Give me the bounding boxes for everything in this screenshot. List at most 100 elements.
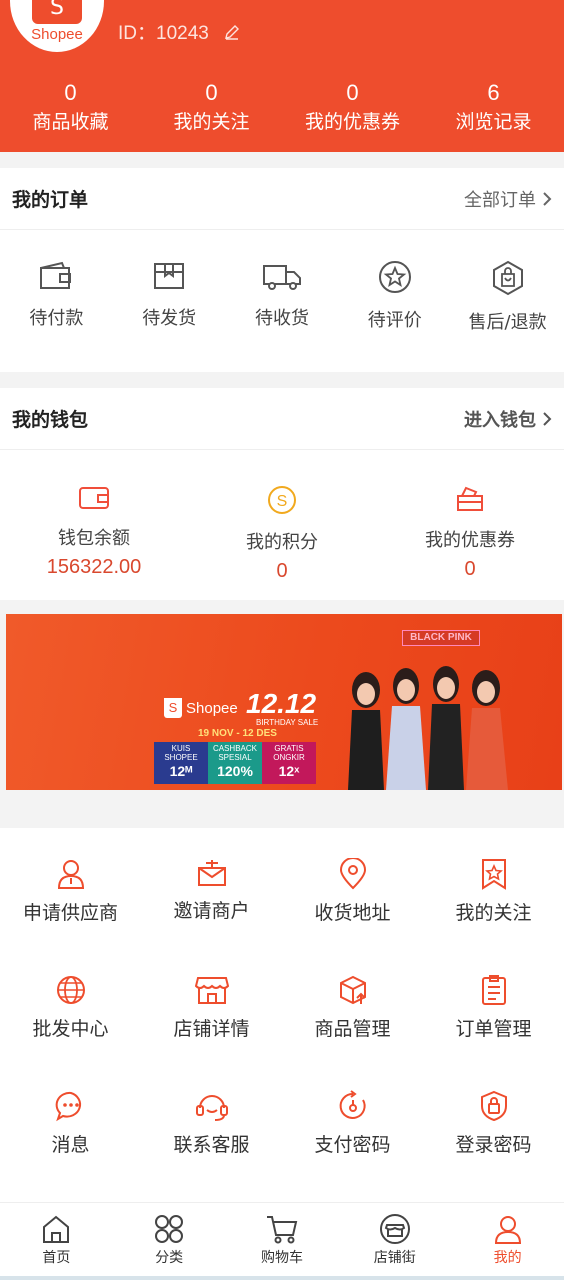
banner-logo: S Shopee bbox=[164, 698, 238, 718]
wallet-item-label: 钱包余额 bbox=[58, 528, 130, 549]
orders-card: 我的订单 全部订单 待付款 待发货 待收货 待评价 售后/退款 bbox=[0, 168, 564, 372]
services-row: 消息 联系客服 支付密码 登录密码 bbox=[0, 1090, 564, 1206]
order-pending-payment[interactable]: 待付款 bbox=[0, 260, 113, 370]
store-icon bbox=[194, 977, 229, 1004]
invite-merchant[interactable]: 邀请商户 bbox=[141, 858, 282, 974]
service-label: 消息 bbox=[51, 1134, 90, 1156]
service-label: 我的关注 bbox=[455, 902, 532, 924]
service-label: 订单管理 bbox=[455, 1018, 532, 1040]
stat-coupons[interactable]: 0 我的优惠券 bbox=[282, 80, 423, 136]
all-orders-link[interactable]: 全部订单 bbox=[464, 186, 552, 212]
box-upload-icon bbox=[339, 975, 366, 1005]
banner-models-image bbox=[348, 666, 508, 790]
payment-password[interactable]: 支付密码 bbox=[282, 1090, 423, 1206]
bottom-strip bbox=[0, 1276, 564, 1280]
apply-supplier[interactable]: 申请供应商 bbox=[0, 858, 141, 974]
service-label: 申请供应商 bbox=[22, 902, 118, 924]
wallet-card: 我的钱包 进入钱包 钱包余额 156322.00 S 我的积分 0 我的优惠券 … bbox=[0, 388, 564, 600]
chevron-right-icon bbox=[543, 191, 552, 206]
refund-bag-icon bbox=[492, 260, 523, 296]
profile-header: S Shopee ID：10243 0 商品收藏 0 我的关注 0 我的优惠券 … bbox=[0, 0, 564, 152]
avatar-brand: Shopee bbox=[31, 26, 83, 43]
service-label: 联系客服 bbox=[173, 1134, 250, 1156]
enter-wallet-label: 进入钱包 bbox=[464, 409, 536, 431]
service-label: 收货地址 bbox=[314, 902, 391, 924]
product-management[interactable]: 商品管理 bbox=[282, 974, 423, 1090]
invite-mail-icon bbox=[197, 860, 226, 886]
wallet-row: 钱包余额 156322.00 S 我的积分 0 我的优惠券 0 bbox=[0, 450, 564, 600]
wallet-icon bbox=[40, 261, 72, 289]
user-id: ID：10243 bbox=[118, 18, 241, 45]
stat-favorites[interactable]: 0 商品收藏 bbox=[0, 80, 141, 136]
coin-icon: S bbox=[268, 486, 296, 514]
tab-category[interactable]: 分类 bbox=[113, 1203, 226, 1276]
messages[interactable]: 消息 bbox=[0, 1090, 141, 1206]
order-status-row: 待付款 待发货 待收货 待评价 售后/退款 bbox=[0, 230, 564, 370]
star-circle-icon bbox=[378, 261, 411, 293]
tab-home[interactable]: 首页 bbox=[0, 1203, 113, 1276]
order-status-label: 待评价 bbox=[367, 310, 422, 331]
stat-following[interactable]: 0 我的关注 bbox=[141, 80, 282, 136]
wallet-title: 我的钱包 bbox=[12, 409, 89, 431]
promo-banner[interactable]: BLACK PINK S Shopee 12.12 BIRTHDAY SALE … bbox=[6, 614, 562, 790]
edit-icon[interactable] bbox=[223, 23, 241, 41]
service-label: 登录密码 bbox=[455, 1134, 532, 1156]
location-pin-icon bbox=[339, 858, 366, 890]
stat-label: 我的优惠券 bbox=[304, 111, 400, 133]
truck-icon bbox=[262, 265, 301, 290]
wallet-balance[interactable]: 钱包余额 156322.00 bbox=[0, 484, 188, 600]
banner-headline: 12.12 bbox=[246, 688, 317, 719]
stat-count: 0 bbox=[64, 80, 77, 105]
stat-count: 0 bbox=[205, 80, 218, 105]
shipping-address[interactable]: 收货地址 bbox=[282, 858, 423, 974]
package-icon bbox=[154, 263, 185, 289]
enter-wallet-link[interactable]: 进入钱包 bbox=[464, 406, 552, 432]
cart-icon bbox=[266, 1216, 298, 1244]
shop-details[interactable]: 店铺详情 bbox=[141, 974, 282, 1090]
stats-bar: 0 商品收藏 0 我的关注 0 我的优惠券 6 浏览记录 bbox=[0, 80, 564, 136]
tab-label: 我的 bbox=[493, 1250, 522, 1266]
banner-sub: BIRTHDAY SALE bbox=[256, 718, 319, 727]
my-following[interactable]: 我的关注 bbox=[423, 858, 564, 974]
wholesale-center[interactable]: 批发中心 bbox=[0, 974, 141, 1090]
orders-header: 我的订单 全部订单 bbox=[0, 168, 564, 230]
order-pending-review[interactable]: 待评价 bbox=[338, 260, 451, 370]
tab-mine[interactable]: 我的 bbox=[451, 1203, 564, 1276]
wallet-item-label: 我的优惠券 bbox=[425, 530, 515, 551]
order-after-sales[interactable]: 售后/退款 bbox=[451, 260, 564, 370]
tab-shop-street[interactable]: 店铺街 bbox=[338, 1203, 451, 1276]
all-orders-label: 全部订单 bbox=[464, 189, 536, 211]
order-status-label: 待发货 bbox=[142, 308, 197, 329]
order-pending-receipt[interactable]: 待收货 bbox=[226, 260, 339, 370]
payment-lock-icon bbox=[339, 1090, 366, 1119]
avatar[interactable]: S Shopee bbox=[10, 0, 104, 52]
globe-icon bbox=[56, 976, 85, 1004]
order-management[interactable]: 订单管理 bbox=[423, 974, 564, 1090]
service-label: 批发中心 bbox=[32, 1018, 109, 1040]
shop-street-icon bbox=[379, 1214, 410, 1244]
banner-promos: KUIS SHOPEE 12ᴹ CASHBACK SPESIAL 120% GRAT… bbox=[154, 742, 316, 784]
home-icon bbox=[43, 1215, 70, 1243]
shopee-bag-icon: S bbox=[164, 698, 182, 718]
tab-cart[interactable]: 购物车 bbox=[226, 1203, 339, 1276]
stat-label: 浏览记录 bbox=[455, 111, 532, 133]
order-status-label: 售后/退款 bbox=[468, 312, 547, 333]
wallet-item-value: 156322.00 bbox=[46, 556, 142, 578]
svg-text:S: S bbox=[277, 493, 288, 510]
stat-history[interactable]: 6 浏览记录 bbox=[423, 80, 564, 136]
customer-service[interactable]: 联系客服 bbox=[141, 1090, 282, 1206]
stat-count: 6 bbox=[487, 80, 500, 105]
orders-title: 我的订单 bbox=[12, 189, 89, 211]
wallet-coupons[interactable]: 我的优惠券 0 bbox=[376, 484, 564, 600]
wallet-points[interactable]: S 我的积分 0 bbox=[188, 484, 376, 600]
wallet-icon bbox=[79, 487, 109, 509]
services-grid: 申请供应商 邀请商户 收货地址 我的关注 批发中心 店铺详情 商品管理 订单管理… bbox=[0, 828, 564, 1202]
clipboard-list-icon bbox=[481, 975, 506, 1005]
login-password[interactable]: 登录密码 bbox=[423, 1090, 564, 1206]
services-row: 批发中心 店铺详情 商品管理 订单管理 bbox=[0, 974, 564, 1090]
banner-brand: Shopee bbox=[186, 699, 238, 717]
order-status-label: 待收货 bbox=[254, 308, 309, 329]
order-pending-shipment[interactable]: 待发货 bbox=[113, 260, 226, 370]
banner-promo: CASHBACK SPESIAL 120% bbox=[208, 742, 262, 784]
wallet-item-value: 0 bbox=[464, 558, 476, 580]
